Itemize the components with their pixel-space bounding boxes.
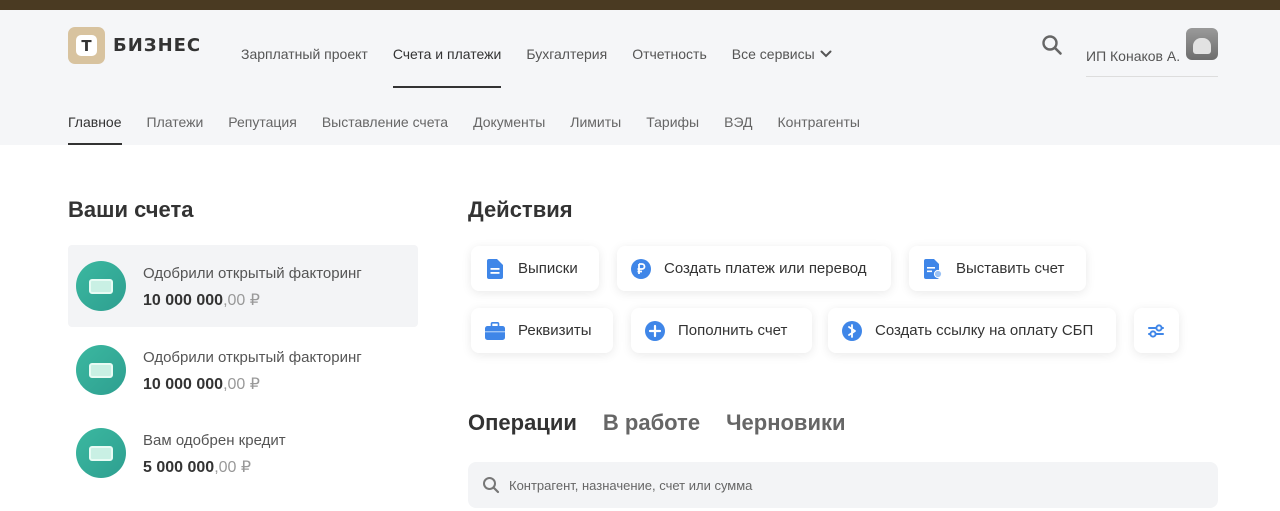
top-nav: Зарплатный проект Счета и платежи Бухгал… [241, 20, 857, 88]
top-nav-all-services[interactable]: Все сервисы [732, 20, 832, 88]
sub-nav-counterparties[interactable]: Контрагенты [778, 98, 860, 145]
issue-invoice-label: Выставить счет [956, 260, 1065, 277]
sub-nav-tariffs[interactable]: Тарифы [646, 98, 699, 145]
top-nav-accounts-payments[interactable]: Счета и платежи [392, 20, 501, 88]
operations-search-input[interactable] [509, 477, 1159, 493]
sbp-icon [842, 320, 862, 341]
avatar[interactable] [1186, 28, 1218, 60]
brand-name: БИЗНЕС [113, 35, 202, 56]
money-icon [76, 345, 126, 395]
account-card[interactable]: Вам одобрен кредит 5 000 000,00 ₽ [68, 412, 418, 494]
account-amount: 10 000 000,00 ₽ [143, 292, 260, 309]
all-services-label: Все сервисы [731, 46, 815, 62]
header: Т БИЗНЕС Зарплатный проект Счета и плате… [0, 10, 1280, 145]
create-payment-label: Создать платеж или перевод [664, 260, 867, 277]
briefcase-icon [485, 321, 505, 341]
actions-settings-button[interactable] [1134, 308, 1179, 353]
account-amount: 5 000 000,00 ₽ [143, 459, 252, 476]
issue-invoice-button[interactable]: Выставить счет [909, 246, 1086, 291]
search-icon[interactable] [1041, 34, 1063, 56]
top-nav-accounting[interactable]: Бухгалтерия [526, 20, 607, 88]
operations-search[interactable] [468, 462, 1218, 508]
account-card[interactable]: Одобрили открытый факторинг 10 000 000,0… [68, 245, 418, 327]
document-icon [485, 258, 505, 279]
top-nav-reporting[interactable]: Отчетность [632, 20, 707, 88]
chevron-down-icon [820, 50, 832, 58]
accounts-title: Ваши счета [68, 197, 194, 222]
top-nav-payroll[interactable]: Зарплатный проект [241, 20, 368, 88]
header-divider [1086, 76, 1218, 77]
account-title: Вам одобрен кредит [143, 432, 286, 449]
top-up-label: Пополнить счет [678, 322, 788, 339]
create-payment-button[interactable]: Создать платеж или перевод [617, 246, 891, 291]
money-icon [76, 261, 126, 311]
tab-in-progress[interactable]: В работе [603, 410, 700, 436]
account-amount: 10 000 000,00 ₽ [143, 376, 260, 393]
account-title: Одобрили открытый факторинг [143, 349, 362, 366]
requisites-button[interactable]: Реквизиты [471, 308, 613, 353]
sub-nav-invoicing[interactable]: Выставление счета [322, 98, 448, 145]
invoice-icon [923, 258, 943, 279]
operations-tabs: Операции В работе Черновики [468, 410, 846, 436]
logo-badge: Т [68, 27, 105, 64]
search-icon [483, 477, 500, 494]
tab-drafts[interactable]: Черновики [726, 410, 845, 436]
sub-nav: Главное Платежи Репутация Выставление сч… [68, 98, 885, 145]
user-name[interactable]: ИП Конаков А. [1086, 48, 1180, 64]
sub-nav-limits[interactable]: Лимиты [570, 98, 621, 145]
actions-title: Действия [468, 197, 573, 222]
sub-nav-documents[interactable]: Документы [473, 98, 545, 145]
sub-nav-ved[interactable]: ВЭД [724, 98, 752, 145]
statements-button[interactable]: Выписки [471, 246, 599, 291]
sub-nav-reputation[interactable]: Репутация [228, 98, 297, 145]
sub-nav-payments[interactable]: Платежи [147, 98, 204, 145]
plus-icon [645, 320, 665, 341]
logo-letter: Т [76, 35, 97, 56]
settings-sliders-icon [1146, 321, 1166, 341]
account-title: Одобрили открытый факторинг [143, 265, 362, 282]
sub-nav-main[interactable]: Главное [68, 98, 122, 145]
ruble-icon [631, 258, 651, 279]
top-up-button[interactable]: Пополнить счет [631, 308, 812, 353]
top-strip [0, 0, 1280, 10]
avatar-image [1193, 38, 1211, 54]
logo[interactable]: Т БИЗНЕС [68, 27, 201, 64]
account-card[interactable]: Одобрили открытый факторинг 10 000 000,0… [68, 329, 418, 411]
statements-label: Выписки [518, 260, 578, 277]
sbp-link-label: Создать ссылку на оплату СБП [875, 322, 1094, 339]
money-icon [76, 428, 126, 478]
tab-operations[interactable]: Операции [468, 410, 577, 436]
requisites-label: Реквизиты [518, 322, 592, 339]
sbp-link-button[interactable]: Создать ссылку на оплату СБП [828, 308, 1116, 353]
